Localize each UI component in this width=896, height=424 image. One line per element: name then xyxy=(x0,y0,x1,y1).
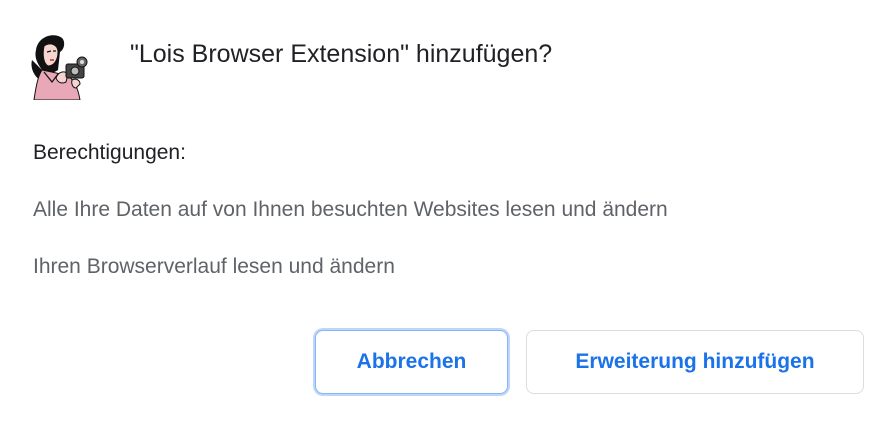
add-extension-dialog: "Lois Browser Extension" hinzufügen? Ber… xyxy=(0,0,896,424)
cancel-button[interactable]: Abbrechen xyxy=(315,330,508,394)
dialog-title: "Lois Browser Extension" hinzufügen? xyxy=(130,40,553,68)
permission-item: Ihren Browserverlauf lesen und ändern xyxy=(33,255,395,278)
permissions-list: Alle Ihre Daten auf von Ihnen besuchten … xyxy=(33,195,668,309)
extension-logo-icon xyxy=(28,30,96,101)
add-extension-button[interactable]: Erweiterung hinzufügen xyxy=(526,330,864,394)
permission-item: Alle Ihre Daten auf von Ihnen besuchten … xyxy=(33,198,668,221)
permissions-heading: Berechtigungen: xyxy=(33,141,186,164)
